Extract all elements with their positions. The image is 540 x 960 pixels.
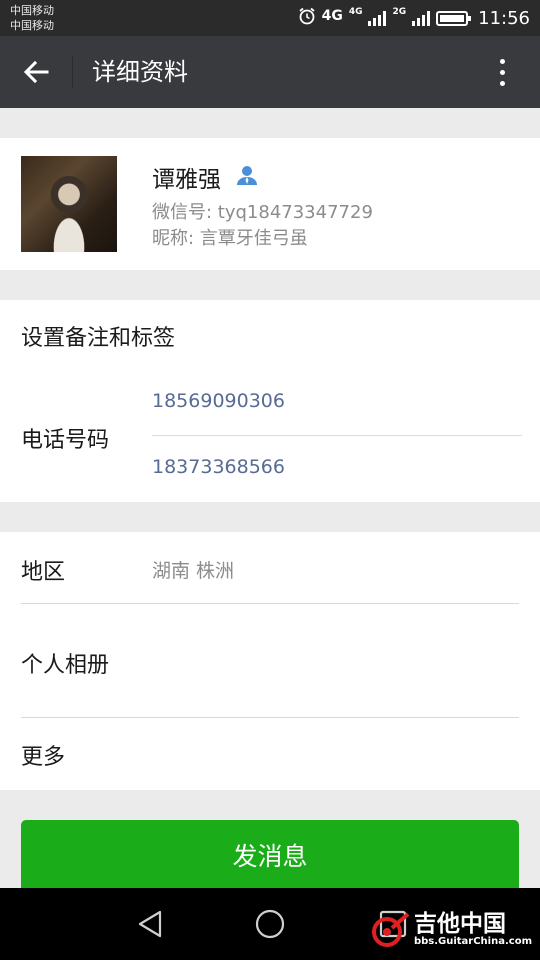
- send-message-button[interactable]: 发消息: [21, 820, 519, 896]
- watermark: 吉他中国 bbs.GuitarChina.com: [370, 910, 532, 950]
- signal-icon: [368, 10, 387, 26]
- region-label: 地区: [21, 560, 66, 585]
- network-type-1: 4G: [321, 8, 343, 24]
- circle-home-icon: [255, 909, 285, 939]
- info-card: 地区 湖南 株洲 个人相册 更多: [0, 532, 540, 790]
- person-icon: [235, 164, 259, 190]
- carrier-info: 中国移动 中国移动: [10, 3, 54, 33]
- phone-number-1[interactable]: 18569090306: [152, 390, 285, 412]
- phone-divider: [152, 435, 522, 436]
- remark-card: 设置备注和标签 电话号码 18569090306 18373368566: [0, 300, 540, 502]
- more-dot: [499, 69, 505, 75]
- app-bar-divider: [72, 56, 73, 88]
- guitar-logo-icon: [371, 912, 410, 947]
- region-value: 湖南 株洲: [152, 560, 235, 582]
- app-bar: 详细资料: [0, 36, 540, 108]
- arrow-left-icon: [23, 60, 49, 84]
- back-button[interactable]: [14, 50, 58, 94]
- status-icons: 4G 4G 2G 11:56: [298, 0, 530, 36]
- name-row: 谭雅强: [152, 160, 259, 194]
- navigation-bar: 吉他中国 bbs.GuitarChina.com: [0, 888, 540, 960]
- page-title: 详细资料: [92, 58, 188, 86]
- nav-back-button[interactable]: [132, 906, 168, 942]
- status-bar: 中国移动 中国移动 4G 4G 2G 11:56: [0, 0, 540, 36]
- network-type-2: 4G: [348, 7, 363, 17]
- watermark-url: bbs.GuitarChina.com: [413, 936, 532, 947]
- nav-home-button[interactable]: [252, 906, 288, 942]
- watermark-text: 吉他中国: [413, 911, 506, 937]
- more-vertical-icon: [499, 58, 505, 64]
- avatar[interactable]: [21, 156, 117, 252]
- more-menu-button[interactable]: [480, 50, 524, 94]
- phone-number-2[interactable]: 18373368566: [152, 456, 285, 478]
- nickname: 昵称: 言覃牙佳弓虽: [152, 228, 308, 249]
- network-type-3: 2G: [392, 7, 407, 17]
- wechat-id: 微信号: tyq18473347729: [152, 202, 373, 223]
- battery-icon: [436, 10, 472, 26]
- clock: 11:56: [478, 7, 530, 29]
- carrier-1: 中国移动: [10, 4, 54, 17]
- phone-label: 电话号码: [21, 428, 110, 453]
- triangle-back-icon: [138, 910, 162, 938]
- more-info-row[interactable]: 更多: [21, 739, 65, 771]
- profile-card: 谭雅强 微信号: tyq18473347729 昵称: 言覃牙佳弓虽: [0, 138, 540, 270]
- more-dot: [499, 80, 505, 86]
- divider: [21, 717, 519, 718]
- contact-name: 谭雅强: [152, 167, 221, 193]
- signal-icon-2: [412, 10, 431, 26]
- carrier-2: 中国移动: [10, 19, 54, 32]
- divider: [21, 603, 519, 604]
- set-remark-tags[interactable]: 设置备注和标签: [21, 320, 175, 352]
- alarm-icon: [298, 7, 316, 30]
- personal-album-row[interactable]: 个人相册: [21, 647, 109, 679]
